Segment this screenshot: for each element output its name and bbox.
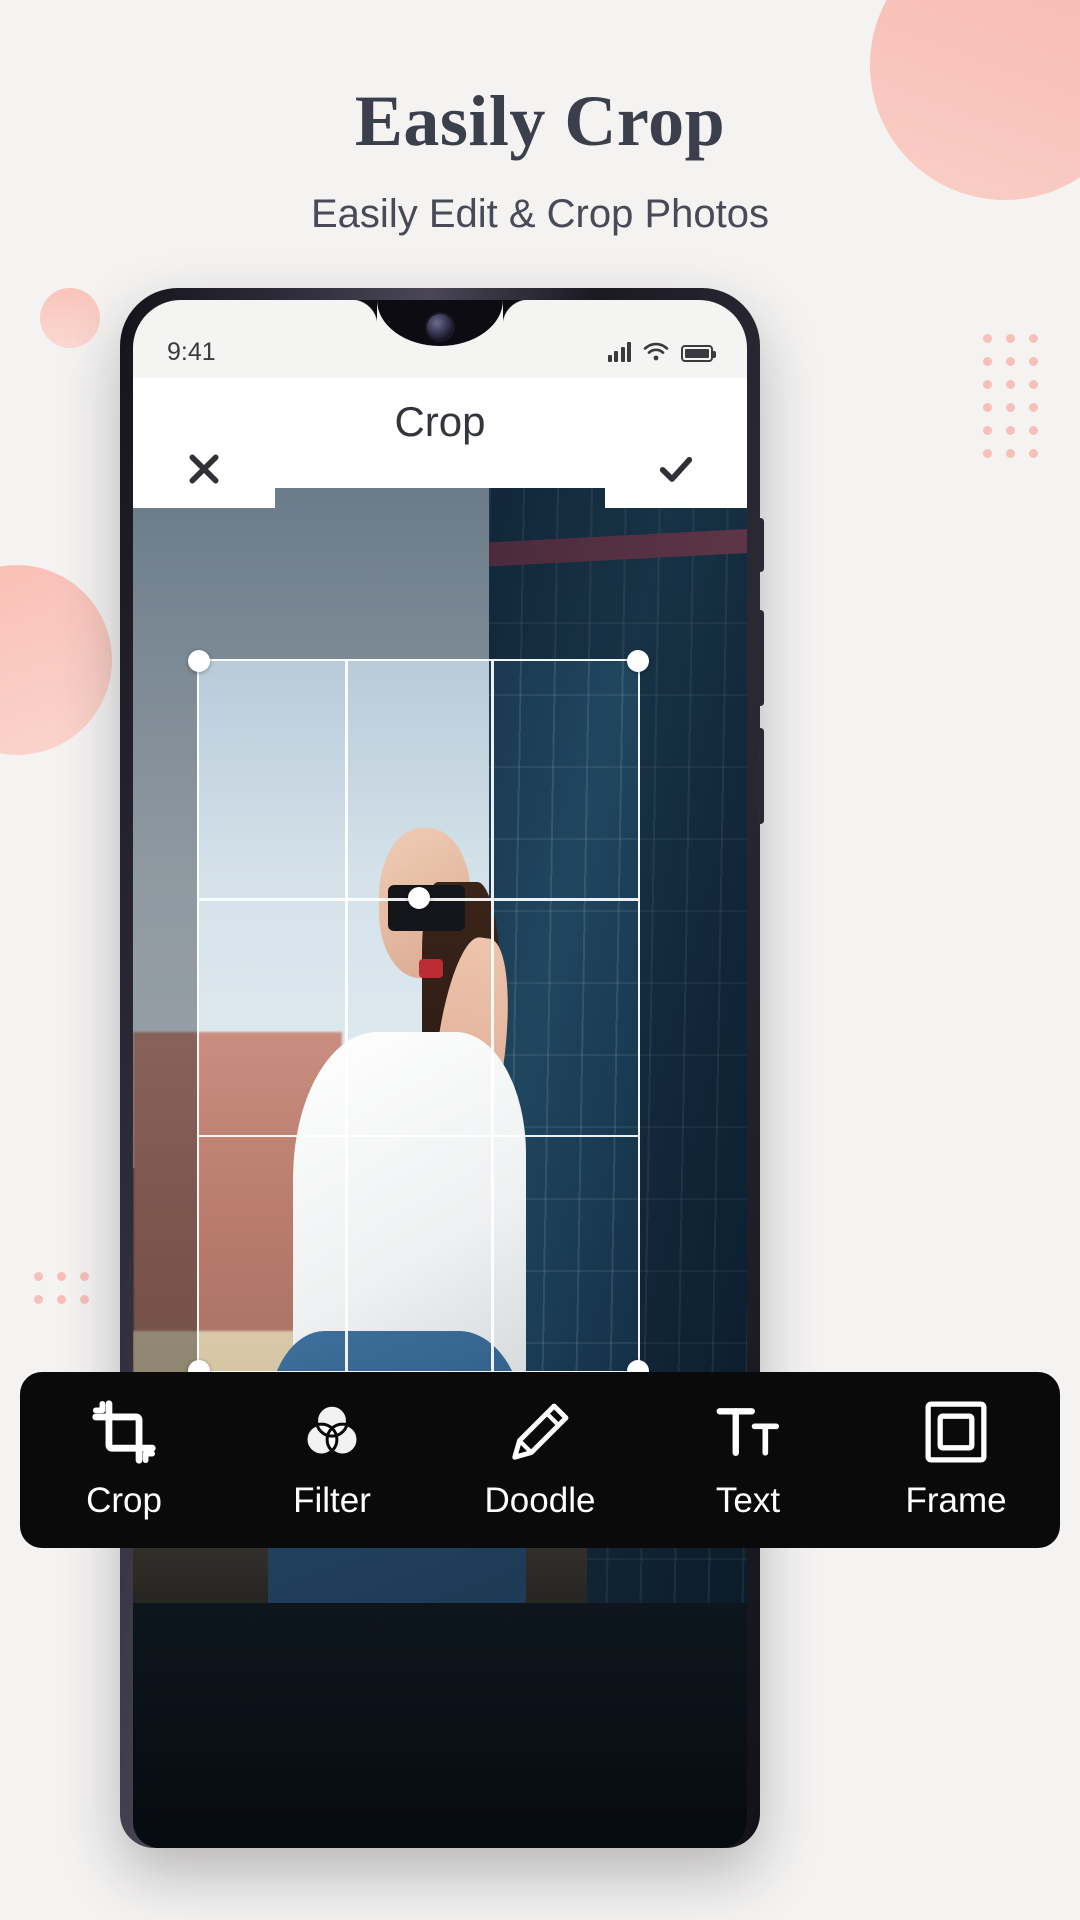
filter-circles-icon — [300, 1399, 364, 1465]
toolbar-label-crop: Crop — [86, 1481, 162, 1520]
checkmark-icon — [659, 457, 693, 482]
text-tt-icon — [716, 1399, 780, 1465]
toolbar-item-doodle[interactable]: Doodle — [445, 1399, 635, 1521]
front-camera-icon — [427, 314, 453, 340]
frame-icon — [924, 1399, 988, 1465]
decorative-dot-grid-left — [34, 1272, 89, 1304]
pencil-icon — [508, 1399, 572, 1465]
toolbar-item-filter[interactable]: Filter — [237, 1399, 427, 1521]
crop-handle-top-left[interactable] — [188, 650, 211, 673]
phone-side-button-top — [757, 518, 764, 572]
toolbar-item-text[interactable]: Text — [653, 1399, 843, 1521]
status-bar-icons — [607, 342, 716, 362]
toolbar-label-text: Text — [715, 1481, 781, 1520]
phone-side-button-middle — [757, 610, 764, 706]
toolbar-label-frame: Frame — [905, 1481, 1007, 1520]
app-bar: Crop — [133, 378, 747, 508]
crop-handle-center[interactable] — [407, 886, 430, 909]
decorative-dot-grid-right — [983, 334, 1038, 458]
toolbar-label-filter: Filter — [293, 1481, 371, 1520]
crop-overlay — [133, 488, 747, 1848]
page-subtitle: Easily Edit & Crop Photos — [311, 192, 769, 236]
cancel-crop-button[interactable] — [133, 430, 275, 508]
phone-side-button-bottom — [757, 728, 764, 824]
toolbar-item-crop[interactable]: Crop — [29, 1399, 219, 1521]
photo-canvas[interactable] — [133, 488, 747, 1848]
toolbar-label-doodle: Doodle — [484, 1481, 596, 1520]
cellular-signal-icon — [607, 342, 631, 362]
crop-handle-top-right[interactable] — [626, 650, 649, 673]
close-x-icon — [189, 454, 219, 484]
decorative-blob-left-small — [40, 288, 100, 348]
phone-screen: 9:41 Crop — [133, 300, 747, 1848]
battery-full-icon — [681, 345, 716, 362]
toolbar-item-frame[interactable]: Frame — [861, 1399, 1051, 1521]
apply-crop-button[interactable] — [605, 430, 747, 508]
page-title: Easily Crop — [354, 81, 726, 161]
decorative-blob-left-large — [0, 565, 112, 755]
phone-mockup: 9:41 Crop — [120, 288, 764, 1848]
crop-icon — [92, 1399, 156, 1465]
status-bar-time: 9:41 — [167, 337, 216, 366]
crop-frame[interactable] — [188, 650, 649, 1383]
editor-toolbar: Crop Filter Doodle Text Frame — [20, 1372, 1060, 1548]
wifi-icon — [643, 342, 669, 361]
